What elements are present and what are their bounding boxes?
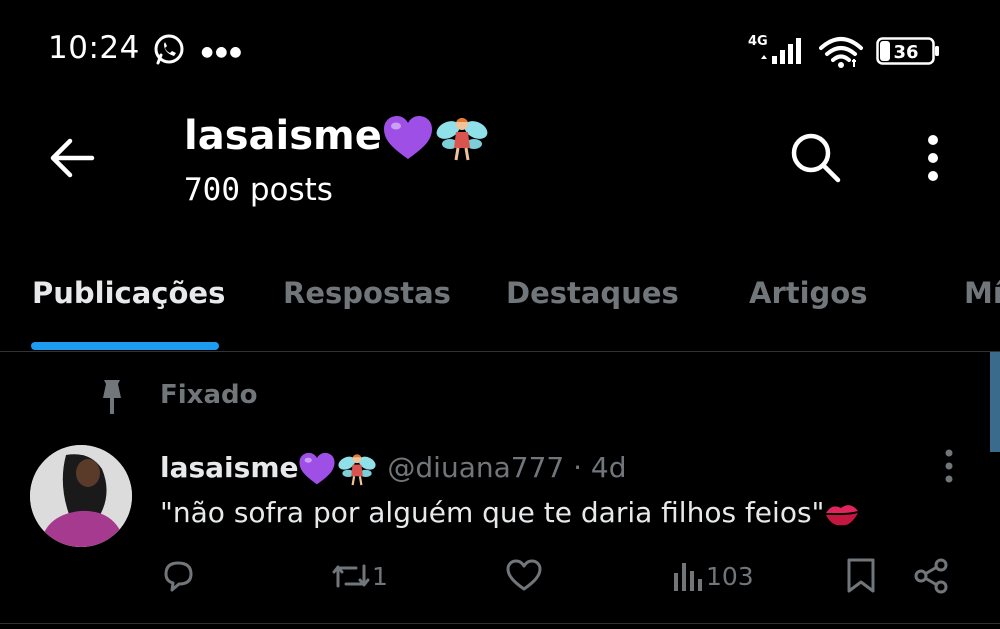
reply-button[interactable] [160,556,196,596]
post-count-number: 700 [184,172,240,208]
pinned-label: Fixado [160,380,258,410]
signal-icon [761,38,801,64]
tweet-author-name[interactable]: lasaisme [160,451,298,484]
retweet-button[interactable]: 1 [330,556,388,596]
like-button[interactable] [505,556,543,596]
retweet-count: 1 [372,561,388,591]
tab-artigos[interactable]: Artigos [749,276,868,310]
back-arrow-icon[interactable] [48,136,96,180]
fairy-emoji [436,118,488,161]
tab-midia[interactable]: Mí [964,276,1000,310]
profile-name-text: lasaisme [184,113,382,159]
svg-text:36: 36 [893,42,918,63]
tweet-more-icon[interactable] [938,448,960,484]
profile-name: lasaisme [184,112,490,164]
pin-icon [103,380,121,414]
tab-respostas[interactable]: Respostas [283,276,451,310]
tab-publicacoes[interactable]: Publicações [32,276,225,310]
overflow-menu-icon[interactable] [918,134,948,186]
post-count: 700 posts [184,172,333,208]
post-count-suffix: posts [240,172,333,208]
tweet-separator: · [573,451,583,484]
tabs-divider [0,351,1000,352]
fairy-emoji [338,454,377,486]
status-time: 10:24 [48,30,140,66]
tweet-header: lasaisme @diuana777 · 4d [160,450,627,488]
views-count: 103 [706,561,754,591]
tweet-text-content: "não sofra por alguém que te daria filho… [160,496,825,529]
retweet-icon [332,564,370,588]
scrollbar[interactable] [990,352,1000,452]
heart-icon [506,559,542,591]
tweet-divider [0,623,1000,624]
battery-icon: 36 [876,37,939,65]
tab-destaques[interactable]: Destaques [506,276,679,310]
active-tab-indicator [31,342,219,350]
views-chart-icon [674,563,702,591]
avatar[interactable] [30,445,132,547]
share-icon [914,558,948,594]
wifi-icon [819,37,863,68]
purple-heart-emoji [383,116,432,159]
views-button[interactable]: 103 [672,556,754,596]
tweet-timestamp[interactable]: 4d [591,451,627,484]
search-icon[interactable] [788,130,842,184]
bookmark-icon [847,558,875,593]
purple-heart-emoji [299,452,336,485]
reply-icon [164,561,193,592]
bookmark-button[interactable] [845,556,877,596]
tweet-text: "não sofra por alguém que te daria filho… [160,496,860,529]
whatsapp-icon [154,34,184,65]
tweet-handle[interactable]: @diuana777 [387,451,564,484]
more-notifications-icon: ●●● [201,44,244,60]
kiss-mark-emoji [826,505,859,526]
share-button[interactable] [912,556,950,596]
